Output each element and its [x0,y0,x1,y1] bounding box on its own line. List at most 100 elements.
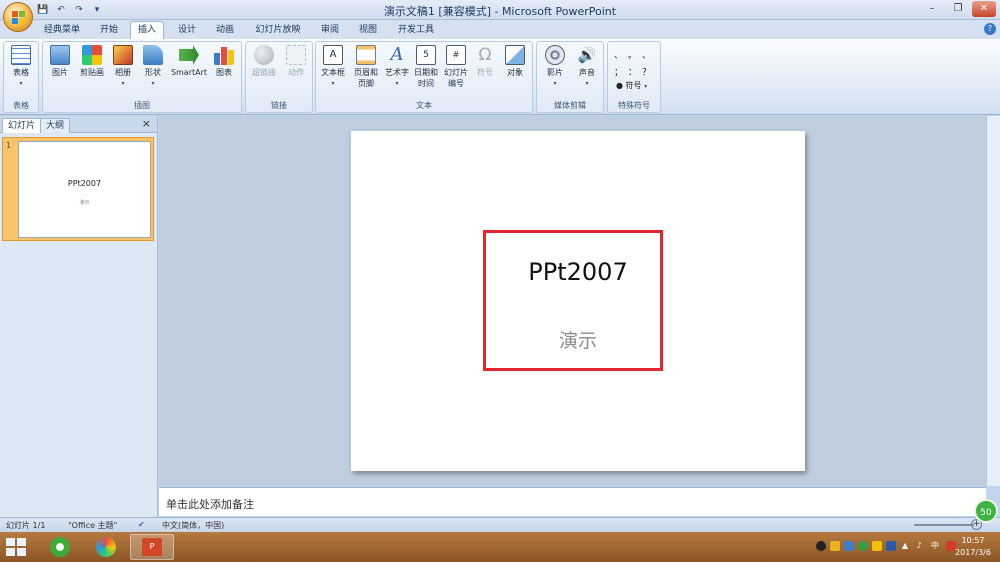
thumbnail-title: PPt2007 [67,179,102,188]
taskbar-app-browser[interactable] [38,534,82,560]
textbox-icon: A [323,45,343,65]
chart-icon [214,47,234,65]
ribbon: 表格 ▾ 表格 图片 剪贴画 相册 ▾ 形状 ▾ SmartArt 图表 插图 … [0,39,1000,115]
group-label-table: 表格 [13,101,29,110]
close-button[interactable]: ✕ [972,1,996,17]
textbox-button[interactable]: A 文本框 ▾ [318,45,348,89]
tab-slideshow[interactable]: 幻灯片放映 [250,23,306,39]
tab-developer[interactable]: 开发工具 [392,23,440,39]
globe-icon [254,45,274,65]
tab-design[interactable]: 设计 [170,23,204,39]
tab-classic-menu[interactable]: 经典菜单 [40,23,84,39]
tab-insert[interactable]: 插入 [130,21,164,39]
slide-thumbnail[interactable]: PPt2007 演示 [18,141,151,238]
symbol-button[interactable]: Ω 符号 [472,45,498,78]
slide-thumbnail-selected[interactable]: 1 PPt2007 演示 [2,137,154,241]
office-button[interactable] [3,2,33,32]
datetime-label-2: 时间 [418,79,434,88]
notes-pane[interactable]: 单击此处添加备注 [159,487,986,516]
volume-icon[interactable]: ♪ [914,541,924,551]
spellcheck-icon[interactable]: ✔ [138,520,145,529]
album-icon [113,45,133,65]
tray-app-icon[interactable] [830,541,840,551]
picture-button[interactable]: 图片 [46,45,74,78]
hyperlink-button[interactable]: 超链接 [248,45,280,78]
special-char[interactable]: ： [628,65,642,78]
wordart-button[interactable]: A 艺术字 ▾ [382,45,412,89]
vertical-scrollbar[interactable] [986,116,1000,486]
title-bar: 💾 ↶ ↷ ▾ 演示文稿1 [兼容模式] - Microsoft PowerPo… [0,0,1000,20]
minimize-button[interactable]: – [920,1,944,17]
ribbon-tabs: 经典菜单 开始 插入 设计 动画 幻灯片放映 审阅 视图 开发工具 ? [0,20,1000,39]
tray-app-icon[interactable] [886,541,896,551]
windows-start-icon[interactable] [6,538,26,556]
group-label-text: 文本 [416,101,432,110]
calendar-icon: 5 [416,45,436,65]
header-footer-label-2: 页脚 [358,79,374,88]
tab-review[interactable]: 审阅 [314,23,346,39]
speaker-icon: 🔊 [577,46,597,64]
qq-icon[interactable] [816,541,826,551]
object-button[interactable]: 对象 [501,45,529,78]
close-pane-icon[interactable]: × [142,117,151,130]
tab-home[interactable]: 开始 [92,23,126,39]
clipart-button[interactable]: 剪贴画 [77,45,107,78]
sound-button[interactable]: 🔊 声音 ▾ [572,45,602,89]
zoom-slider[interactable] [914,524,974,526]
object-icon [505,45,525,65]
group-table: 表格 ▾ 表格 [3,41,39,113]
special-char[interactable]: 。 [628,48,642,61]
ime-indicator[interactable]: 中 [928,541,942,551]
help-icon[interactable]: ? [984,23,996,35]
powerpoint-icon: P [142,538,162,556]
header-footer-button[interactable]: 页眉和 页脚 [349,45,383,89]
special-symbol-label: 符号 [625,81,642,90]
movie-button[interactable]: 影片 ▾ [540,45,570,89]
slide-subtitle[interactable]: 演示 [351,326,805,353]
tab-slides[interactable]: 幻灯片 [2,118,42,133]
slide-number-label-1: 幻灯片 [444,68,468,77]
tab-view[interactable]: 视图 [352,23,384,39]
tray-app-icon[interactable] [844,541,854,551]
language[interactable]: 中文(简体，中国) [162,520,224,531]
special-char[interactable]: ？ [642,65,656,78]
taskbar-app-paint[interactable] [84,534,128,560]
album-button[interactable]: 相册 ▾ [109,45,137,89]
group-illustrations: 图片 剪贴画 相册 ▾ 形状 ▾ SmartArt 图表 插图 [42,41,242,113]
tray-app-icon[interactable] [872,541,882,551]
chart-button[interactable]: 图表 [210,45,238,78]
shapes-label: 形状 [145,68,161,77]
notes-placeholder: 单击此处添加备注 [166,498,254,511]
slide-title[interactable]: PPt2007 [351,258,805,286]
wifi-icon[interactable]: ▲ [900,541,910,551]
clock-time: 10:57 [961,536,985,545]
browser-icon [50,537,70,557]
table-button[interactable]: 表格 ▾ [7,45,35,89]
slide-number-button[interactable]: # 幻灯片 编号 [441,45,471,89]
clock[interactable]: 10:57 2017/3/6 [950,535,996,559]
group-label-links: 链接 [271,101,287,110]
tab-animation[interactable]: 动画 [208,23,242,39]
datetime-button[interactable]: 5 日期和 时间 [411,45,441,89]
green-badge: 50 [974,499,998,523]
action-icon [286,45,306,65]
slides-pane: 幻灯片 大纲 × 1 PPt2007 演示 [0,116,158,517]
taskbar-app-powerpoint[interactable]: P [130,534,174,560]
slide-number: 1 [6,141,12,150]
smartart-button[interactable]: SmartArt [169,45,209,78]
status-bar: 幻灯片 1/1 "Office 主题" ✔ 中文(简体，中国) + [0,517,1000,532]
restore-button[interactable]: ❐ [946,1,970,17]
tray-app-icon[interactable] [858,541,868,551]
slide-number-label-2: 编号 [448,79,464,88]
shapes-button[interactable]: 形状 ▾ [139,45,167,89]
special-char[interactable]: 、 [642,48,656,61]
shapes-icon [143,45,163,65]
smartart-icon [179,45,199,65]
dropdown-arrow-icon: ▾ [395,80,399,87]
tab-outline[interactable]: 大纲 [40,118,71,133]
special-symbol-button[interactable]: ● 符号 ▾ [616,80,647,91]
special-char[interactable]: 、 [614,48,628,61]
special-char[interactable]: ； [614,65,628,78]
slide-canvas[interactable]: PPt2007 演示 [351,131,805,471]
action-button[interactable]: 动作 [281,45,311,78]
